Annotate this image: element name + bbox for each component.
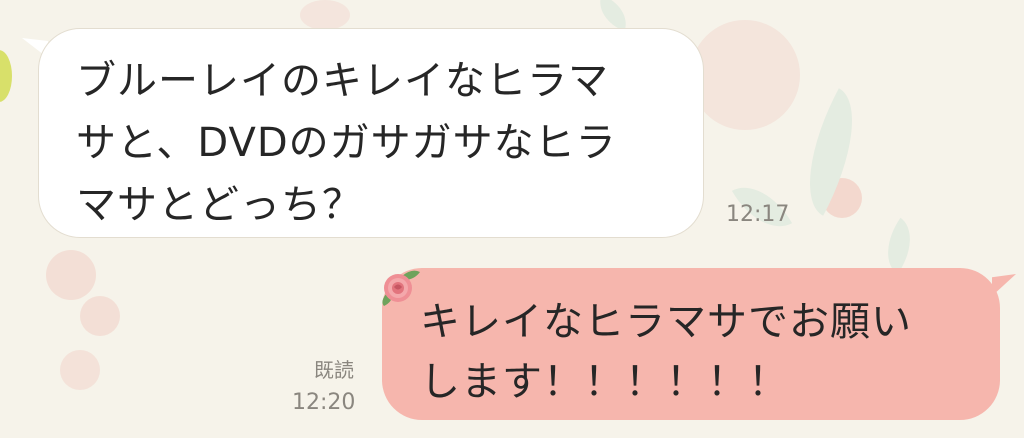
background-flower-decoration [80, 296, 120, 336]
background-leaf-decoration [592, 0, 634, 32]
incoming-message-time: 12:17 [726, 202, 790, 227]
background-flower-decoration [46, 250, 96, 300]
sender-avatar[interactable] [0, 50, 12, 102]
incoming-message-text: ブルーレイのキレイなヒラマ サと、DVDのガサガサなヒラ マサとどっち？ [76, 58, 617, 228]
read-status: 既読 [314, 358, 354, 382]
background-flower-decoration [690, 20, 800, 130]
background-leaf-decoration [782, 88, 880, 216]
outgoing-message-time: 12:20 [292, 390, 356, 415]
background-leaf-decoration [872, 217, 926, 275]
pink-rose-icon [382, 270, 420, 306]
background-flower-decoration [300, 0, 350, 30]
outgoing-message-text: キレイなヒラマサでお願い します！！！！！！ [420, 299, 912, 405]
background-flower-decoration [60, 350, 100, 390]
